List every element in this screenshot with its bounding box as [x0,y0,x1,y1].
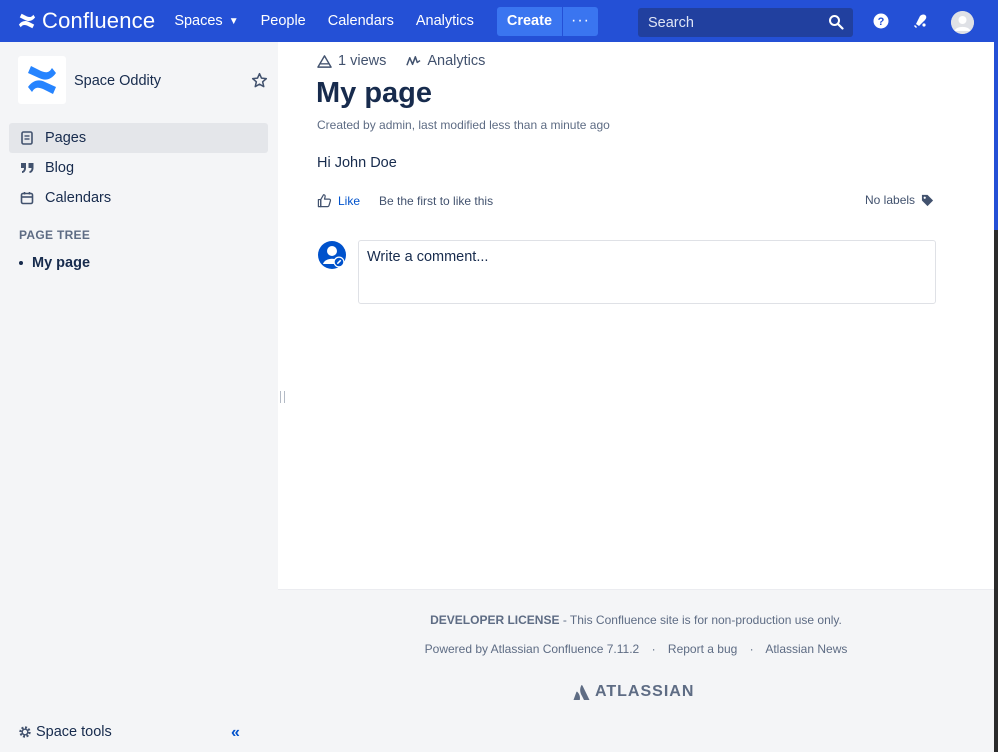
like-summary: Be the first to like this [379,193,494,208]
create-button[interactable]: Create [496,6,563,36]
background-window-edge [994,0,998,752]
page-meta-row: 1 views Analytics [317,53,505,69]
page-body-text: Hi John Doe [317,155,397,171]
page-analytics-link[interactable]: Analytics [406,53,485,69]
sidebar-resize-handle[interactable] [280,391,285,403]
sidebar-item-label: Calendars [45,190,112,206]
page-labels[interactable]: No labels [865,193,934,207]
user-avatar[interactable] [951,11,974,34]
page-byline: Created by admin, last modified less tha… [317,118,610,132]
space-logo[interactable] [18,56,66,104]
confluence-space-icon [28,66,56,94]
views-icon [317,54,332,68]
atlassian-logo-icon [573,685,590,700]
page-footer: DEVELOPER LICENSE - This Confluence site… [278,589,994,752]
confluence-logo-icon [18,13,36,29]
powered-by-link[interactable]: Powered by Atlassian Confluence 7.11.2 [425,642,640,656]
nav-calendars[interactable]: Calendars [317,0,405,42]
sidebar-item-calendars[interactable]: Calendars [9,183,268,213]
nav-spaces[interactable]: Spaces ▼ [163,0,249,42]
collapse-sidebar-button[interactable]: « [231,724,240,742]
quote-icon [19,160,35,176]
footer-links: Powered by Atlassian Confluence 7.11.2 ·… [278,642,994,656]
commenter-avatar-icon [318,241,346,269]
like-row: Like Be the first to like this [317,193,493,208]
pages-icon [19,130,35,146]
bullet-icon [19,261,23,265]
atlassian-logo[interactable]: ATLASSIAN [573,683,694,701]
create-more-button[interactable]: ··· [563,6,599,36]
comment-input[interactable]: Write a comment... [358,240,936,304]
separator: · [651,642,656,656]
chevron-down-icon: ▼ [228,15,239,27]
report-bug-link[interactable]: Report a bug [668,642,737,656]
search-box[interactable] [638,8,853,37]
tag-icon [921,194,934,206]
page-tree-item-label: My page [32,255,91,271]
page-views-label: 1 views [338,53,387,69]
license-type: DEVELOPER LICENSE [430,613,560,627]
atlassian-wordmark: ATLASSIAN [595,683,695,700]
thumbs-up-icon [317,194,332,208]
brand-name: Confluence [42,8,156,33]
comment-placeholder: Write a comment... [367,249,489,265]
atlassian-news-link[interactable]: Atlassian News [765,642,847,656]
notifications-icon[interactable] [911,11,931,31]
search-input[interactable] [638,14,818,31]
space-tools-button[interactable]: Space tools [18,724,112,740]
labels-text: No labels [865,193,916,207]
user-avatar-icon [951,11,974,34]
calendar-icon [19,190,35,206]
space-name[interactable]: Space Oddity [74,73,161,89]
license-notice: DEVELOPER LICENSE - This Confluence site… [278,613,994,627]
like-label: Like [338,193,361,208]
sidebar-item-label: Blog [45,160,75,176]
analytics-icon [406,55,421,66]
confluence-logo[interactable]: Confluence [18,0,155,42]
space-sidebar: Space Oddity Pages Blog Calendars PAGE T… [0,42,278,752]
gear-icon [19,726,31,738]
space-tools-label: Space tools [36,724,112,740]
nav-people[interactable]: People [250,0,317,42]
license-text: - This Confluence site is for non-produc… [559,613,842,627]
search-icon[interactable] [828,14,844,30]
separator: · [749,642,754,656]
help-icon[interactable]: ? [871,11,891,31]
sidebar-item-label: Pages [45,130,87,146]
page-analytics-label: Analytics [427,53,486,69]
star-icon[interactable] [251,72,268,89]
svg-text:?: ? [878,16,885,28]
like-button[interactable]: Like [317,193,360,208]
nav-analytics[interactable]: Analytics [405,0,485,42]
sidebar-item-blog[interactable]: Blog [9,153,268,183]
page-tree-heading: PAGE TREE [19,228,91,242]
page-views[interactable]: 1 views [317,53,386,69]
page-tree-item[interactable]: My page [19,255,90,271]
sidebar-item-pages[interactable]: Pages [9,123,268,153]
nav-spaces-label: Spaces [174,13,223,29]
page-title: My page [316,77,433,109]
